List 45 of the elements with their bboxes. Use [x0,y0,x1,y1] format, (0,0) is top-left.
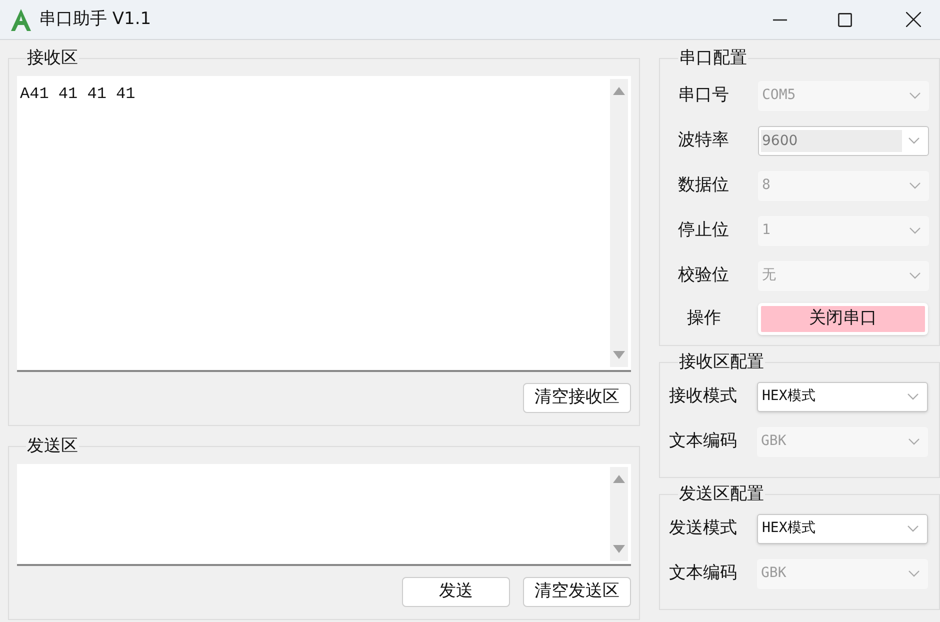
field-label: 文本编码 [669,430,738,453]
chevron-down-icon [908,136,920,144]
combo-value: 9600 [761,130,902,152]
group-title: 接收区配置 [678,352,765,372]
scroll-up-icon[interactable] [613,475,625,483]
send-button[interactable]: 发送 [402,577,510,607]
scroll-down-icon[interactable] [613,545,625,553]
maximize-icon[interactable] [838,12,852,26]
chevron-down-icon [909,92,921,100]
scroll-down-icon[interactable] [613,351,625,359]
chevron-down-icon [908,570,920,578]
dropdown[interactable]: HEX模式 [757,382,928,412]
clear-receive-button[interactable]: 清空接收区 [523,383,631,413]
field-label: 停止位 [677,218,730,242]
close-icon[interactable] [906,12,921,27]
scroll-up-icon[interactable] [613,87,625,95]
minimize-icon[interactable] [773,18,787,20]
field-label: 文本编码 [669,562,738,585]
chevron-down-icon [907,524,919,532]
field-label: 接收模式 [669,384,738,408]
group-title: 串口配置 [678,48,748,68]
field-label: 校验位 [677,264,730,287]
field-label: 数据位 [677,174,730,197]
chevron-down-icon [908,438,920,446]
clear-send-button[interactable]: 清空发送区 [523,577,631,607]
window-title: 串口助手 V1.1 [39,8,152,31]
field-label: 波特率 [677,128,730,152]
receive-text-area[interactable]: A41 41 41 41 [17,76,631,372]
scrollbar[interactable] [610,79,628,367]
scrollbar[interactable] [610,467,628,561]
chevron-down-icon [907,392,919,400]
field-label: 串口号 [677,84,730,107]
send-text-area[interactable] [17,464,631,566]
field-label: 发送模式 [669,516,738,540]
logo-icon [9,8,33,32]
received-data: A41 41 41 41 [20,84,136,105]
close-port-button[interactable]: 关闭串口 [758,303,928,335]
chevron-down-icon [909,272,921,280]
dropdown[interactable]: HEX模式 [757,514,928,544]
chevron-down-icon [909,182,921,190]
group-title: 发送区配置 [678,484,765,504]
group-title: 发送区 [26,436,79,456]
chevron-down-icon [909,226,921,234]
group-title: 接收区 [26,48,79,68]
field-label: 操作 [686,307,722,330]
